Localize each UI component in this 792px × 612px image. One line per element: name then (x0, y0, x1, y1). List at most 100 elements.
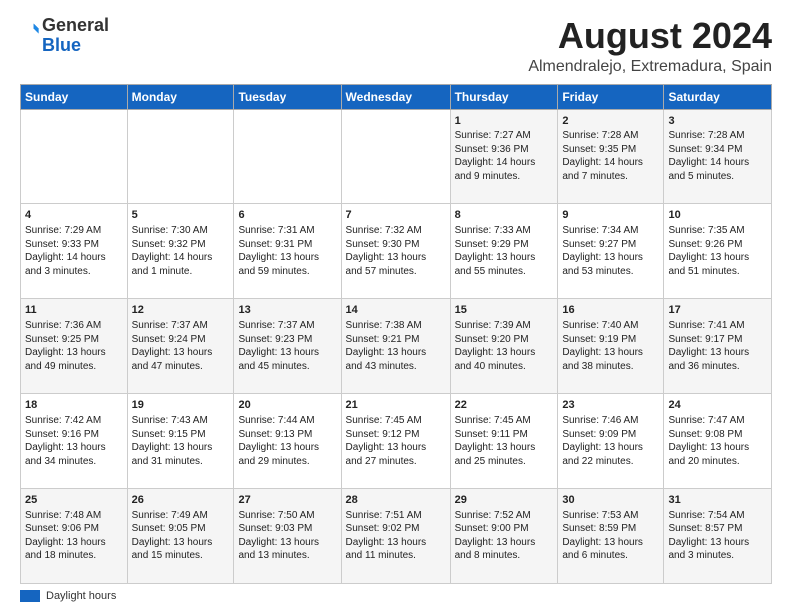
day-info-line: Sunrise: 7:28 AM (562, 129, 659, 143)
day-info-line: Daylight: 13 hours (562, 346, 659, 360)
day-info-line: Sunset: 9:36 PM (455, 143, 554, 157)
calendar-cell: 7Sunrise: 7:32 AMSunset: 9:30 PMDaylight… (341, 204, 450, 299)
day-info-line: Sunset: 9:16 PM (25, 428, 123, 442)
logo: General Blue (20, 16, 109, 56)
week-row-1: 1Sunrise: 7:27 AMSunset: 9:36 PMDaylight… (21, 109, 772, 204)
calendar-cell: 22Sunrise: 7:45 AMSunset: 9:11 PMDayligh… (450, 394, 558, 489)
day-info-line: Sunrise: 7:39 AM (455, 319, 554, 333)
day-info-line: Daylight: 13 hours (25, 536, 123, 550)
day-info-line: Sunset: 9:17 PM (668, 333, 767, 347)
calendar-cell: 17Sunrise: 7:41 AMSunset: 9:17 PMDayligh… (664, 299, 772, 394)
day-info-line: Sunset: 9:06 PM (25, 522, 123, 536)
calendar-cell: 2Sunrise: 7:28 AMSunset: 9:35 PMDaylight… (558, 109, 664, 204)
day-info-line: Daylight: 14 hours (455, 156, 554, 170)
logo-general: General (42, 15, 109, 35)
day-number: 21 (346, 398, 446, 413)
day-info-line: Sunrise: 7:54 AM (668, 509, 767, 523)
day-info-line: Sunset: 9:34 PM (668, 143, 767, 157)
logo-text: General Blue (42, 16, 109, 56)
day-number: 24 (668, 398, 767, 413)
day-info-line: Sunrise: 7:33 AM (455, 224, 554, 238)
weekday-row: SundayMondayTuesdayWednesdayThursdayFrid… (21, 84, 772, 109)
calendar-cell: 29Sunrise: 7:52 AMSunset: 9:00 PMDayligh… (450, 489, 558, 584)
day-info-line: and 3 minutes. (668, 549, 767, 563)
day-info-line: Daylight: 13 hours (455, 536, 554, 550)
day-number: 5 (132, 208, 230, 223)
day-number: 3 (668, 114, 767, 129)
day-info-line: and 34 minutes. (25, 455, 123, 469)
day-info-line: Sunrise: 7:42 AM (25, 414, 123, 428)
day-number: 2 (562, 114, 659, 129)
day-info-line: Daylight: 13 hours (346, 346, 446, 360)
day-info-line: Sunset: 9:12 PM (346, 428, 446, 442)
day-info-line: Sunrise: 7:32 AM (346, 224, 446, 238)
calendar-cell (127, 109, 234, 204)
day-info-line: Sunrise: 7:40 AM (562, 319, 659, 333)
weekday-header-friday: Friday (558, 84, 664, 109)
day-info-line: Sunset: 9:15 PM (132, 428, 230, 442)
day-info-line: Sunrise: 7:29 AM (25, 224, 123, 238)
day-info-line: Daylight: 13 hours (238, 441, 336, 455)
calendar-cell: 18Sunrise: 7:42 AMSunset: 9:16 PMDayligh… (21, 394, 128, 489)
weekday-header-sunday: Sunday (21, 84, 128, 109)
day-info-line: Daylight: 13 hours (238, 536, 336, 550)
main-title: August 2024 (528, 16, 772, 56)
day-number: 15 (455, 303, 554, 318)
day-info-line: Sunset: 9:27 PM (562, 238, 659, 252)
day-info-line: Sunrise: 7:50 AM (238, 509, 336, 523)
day-info-line: Sunrise: 7:36 AM (25, 319, 123, 333)
day-info-line: Daylight: 13 hours (562, 441, 659, 455)
day-info-line: Sunrise: 7:45 AM (455, 414, 554, 428)
day-info-line: Sunrise: 7:43 AM (132, 414, 230, 428)
day-info-line: Sunrise: 7:30 AM (132, 224, 230, 238)
calendar-cell: 12Sunrise: 7:37 AMSunset: 9:24 PMDayligh… (127, 299, 234, 394)
day-number: 9 (562, 208, 659, 223)
day-info-line: and 11 minutes. (346, 549, 446, 563)
day-info-line: and 47 minutes. (132, 360, 230, 374)
week-row-5: 25Sunrise: 7:48 AMSunset: 9:06 PMDayligh… (21, 489, 772, 584)
day-info-line: and 13 minutes. (238, 549, 336, 563)
calendar-cell: 8Sunrise: 7:33 AMSunset: 9:29 PMDaylight… (450, 204, 558, 299)
day-info-line: Sunset: 9:35 PM (562, 143, 659, 157)
day-info-line: Sunset: 9:33 PM (25, 238, 123, 252)
day-number: 14 (346, 303, 446, 318)
day-number: 10 (668, 208, 767, 223)
day-info-line: Sunrise: 7:45 AM (346, 414, 446, 428)
day-info-line: Daylight: 14 hours (25, 251, 123, 265)
day-info-line: Daylight: 13 hours (668, 441, 767, 455)
calendar-cell: 5Sunrise: 7:30 AMSunset: 9:32 PMDaylight… (127, 204, 234, 299)
calendar-cell: 23Sunrise: 7:46 AMSunset: 9:09 PMDayligh… (558, 394, 664, 489)
day-info-line: and 7 minutes. (562, 170, 659, 184)
day-info-line: Daylight: 13 hours (455, 441, 554, 455)
day-info-line: Sunset: 9:21 PM (346, 333, 446, 347)
day-number: 7 (346, 208, 446, 223)
calendar-cell: 6Sunrise: 7:31 AMSunset: 9:31 PMDaylight… (234, 204, 341, 299)
day-number: 13 (238, 303, 336, 318)
day-info-line: Daylight: 13 hours (238, 251, 336, 265)
day-number: 8 (455, 208, 554, 223)
day-info-line: and 57 minutes. (346, 265, 446, 279)
week-row-3: 11Sunrise: 7:36 AMSunset: 9:25 PMDayligh… (21, 299, 772, 394)
day-info-line: and 20 minutes. (668, 455, 767, 469)
day-info-line: Sunrise: 7:51 AM (346, 509, 446, 523)
day-info-line: Sunset: 9:25 PM (25, 333, 123, 347)
day-number: 29 (455, 493, 554, 508)
day-number: 4 (25, 208, 123, 223)
calendar-cell: 26Sunrise: 7:49 AMSunset: 9:05 PMDayligh… (127, 489, 234, 584)
calendar-cell: 14Sunrise: 7:38 AMSunset: 9:21 PMDayligh… (341, 299, 450, 394)
calendar-cell: 4Sunrise: 7:29 AMSunset: 9:33 PMDaylight… (21, 204, 128, 299)
calendar-cell: 10Sunrise: 7:35 AMSunset: 9:26 PMDayligh… (664, 204, 772, 299)
day-info-line: Sunset: 9:02 PM (346, 522, 446, 536)
day-info-line: Sunset: 9:11 PM (455, 428, 554, 442)
day-info-line: and 59 minutes. (238, 265, 336, 279)
day-info-line: Sunset: 9:19 PM (562, 333, 659, 347)
legend-color-box (20, 590, 40, 602)
day-info-line: and 25 minutes. (455, 455, 554, 469)
calendar-cell: 1Sunrise: 7:27 AMSunset: 9:36 PMDaylight… (450, 109, 558, 204)
day-info-line: and 31 minutes. (132, 455, 230, 469)
day-info-line: Sunrise: 7:52 AM (455, 509, 554, 523)
week-row-2: 4Sunrise: 7:29 AMSunset: 9:33 PMDaylight… (21, 204, 772, 299)
calendar-cell: 30Sunrise: 7:53 AMSunset: 8:59 PMDayligh… (558, 489, 664, 584)
day-info-line: Sunset: 9:26 PM (668, 238, 767, 252)
day-number: 25 (25, 493, 123, 508)
